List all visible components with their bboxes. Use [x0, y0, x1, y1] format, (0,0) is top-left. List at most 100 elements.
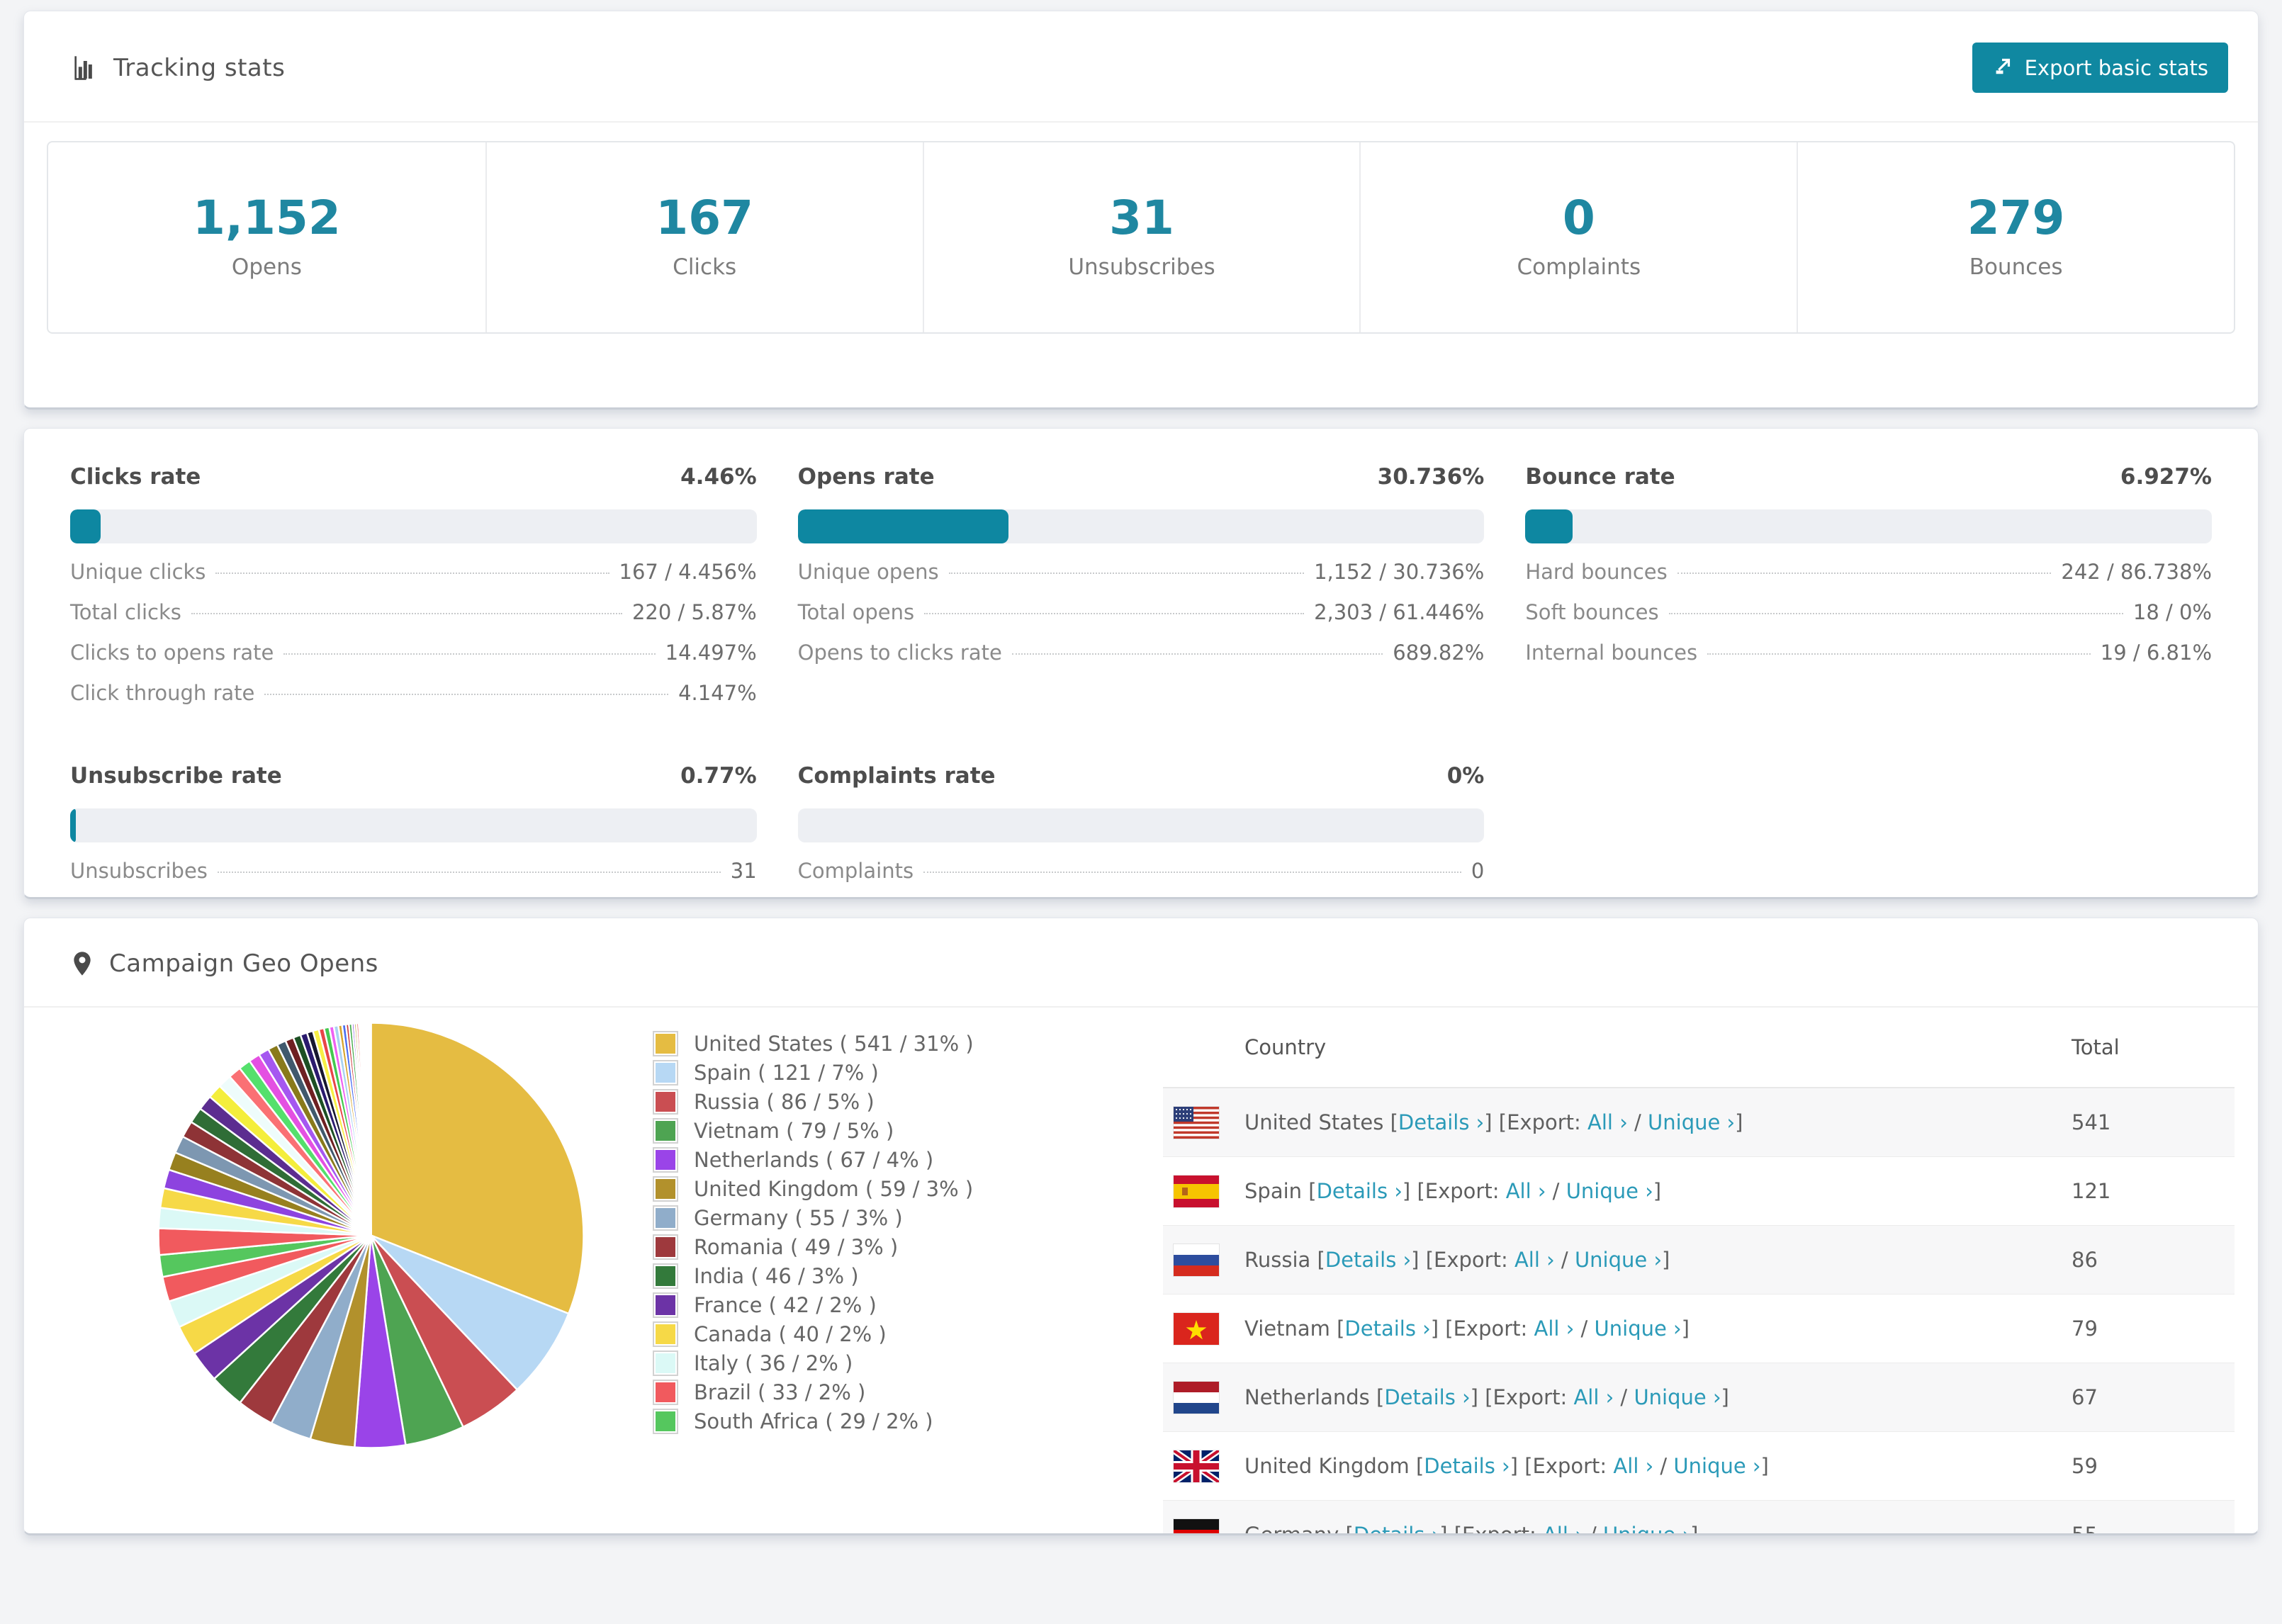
country-cell: United Kingdom [Details ›] [Export: All …: [1244, 1454, 1769, 1478]
legend-item-canada[interactable]: Canada ( 40 / 2% ): [653, 1319, 974, 1348]
legend-label: Russia ( 86 / 5% ): [694, 1089, 875, 1114]
summary-stat-unsubscribes: 31 Unsubscribes: [922, 142, 1360, 332]
leader-dots: [215, 573, 609, 574]
rate-detail-label: Opens to clicks rate: [797, 641, 1002, 665]
rate-detail-label: Unique opens: [797, 560, 939, 584]
geo-body: United States ( 541 / 31% ) Spain ( 121 /…: [24, 1008, 2258, 1533]
rate-detail-value: 167 / 4.456%: [619, 560, 757, 584]
pie-slice-other[interactable]: [369, 1022, 372, 1236]
details-link[interactable]: Details ›: [1384, 1385, 1470, 1409]
legend-label: Brazil ( 33 / 2% ): [694, 1380, 866, 1404]
rate-percent: 4.46%: [680, 464, 757, 490]
export-unique-link[interactable]: Unique ›: [1566, 1179, 1653, 1203]
rate-block-complaints: Complaints rate 0% Complaints 0: [797, 763, 1485, 883]
stat-label: Complaints: [1517, 254, 1641, 280]
legend-item-netherlands[interactable]: Netherlands ( 67 / 4% ): [653, 1145, 974, 1174]
geo-title: Campaign Geo Opens: [109, 949, 378, 978]
country-cell: Netherlands [Details ›] [Export: All › /…: [1244, 1385, 1729, 1409]
rate-detail-label: Total opens: [797, 600, 915, 624]
legend-item-italy[interactable]: Italy ( 36 / 2% ): [653, 1348, 974, 1377]
stat-value: 0: [1562, 191, 1595, 245]
leader-dots: [1668, 613, 2123, 614]
table-row-nl: Netherlands [Details ›] [Export: All › /…: [1163, 1363, 2235, 1432]
rate-detail-row: Clicks to opens rate 14.497%: [70, 641, 757, 665]
legend-swatch: [653, 1205, 678, 1231]
stat-label: Bounces: [1969, 254, 2063, 280]
export-all-link[interactable]: All ›: [1613, 1454, 1653, 1478]
rate-progressbar: [70, 808, 757, 842]
table-row-us: United States [Details ›] [Export: All ›…: [1163, 1088, 2235, 1157]
details-link[interactable]: Details ›: [1424, 1454, 1510, 1478]
rate-detail-value: 4.147%: [678, 681, 757, 705]
legend-swatch-color: [656, 1353, 675, 1373]
legend-item-south-africa[interactable]: South Africa ( 29 / 2% ): [653, 1406, 974, 1436]
export-unique-link[interactable]: Unique ›: [1595, 1316, 1682, 1341]
geo-legend: United States ( 541 / 31% ) Spain ( 121 /…: [653, 1029, 974, 1436]
stat-value: 167: [656, 191, 754, 245]
total-cell: 541: [2072, 1110, 2111, 1134]
export-unique-link[interactable]: Unique ›: [1603, 1523, 1690, 1533]
legend-swatch: [653, 1175, 678, 1202]
legend-item-romania[interactable]: Romania ( 49 / 3% ): [653, 1232, 974, 1261]
legend-item-united-kingdom[interactable]: United Kingdom ( 59 / 3% ): [653, 1174, 974, 1203]
geo-header: Campaign Geo Opens: [24, 918, 2258, 1008]
stat-value: 279: [1967, 191, 2065, 245]
rate-detail-row: Complaints 0: [798, 859, 1485, 883]
table-row-ru: Russia [Details ›] [Export: All › / Uniq…: [1163, 1226, 2235, 1295]
rate-detail-value: 0: [1471, 859, 1485, 883]
rate-detail-row: Hard bounces 242 / 86.738%: [1525, 560, 2212, 584]
export-unique-link[interactable]: Unique ›: [1673, 1454, 1760, 1478]
legend-swatch: [653, 1321, 678, 1347]
legend-label: France ( 42 / 2% ): [694, 1292, 877, 1317]
export-icon: [1992, 54, 2015, 81]
rate-progressbar: [797, 808, 1485, 842]
stat-label: Opens: [231, 254, 302, 280]
export-all-link[interactable]: All ›: [1587, 1110, 1628, 1134]
table-row-de: Germany [Details ›] [Export: All › / Uni…: [1163, 1501, 2235, 1533]
legend-swatch-color: [656, 1411, 675, 1431]
export-unique-link[interactable]: Unique ›: [1634, 1385, 1721, 1409]
rate-detail-value: 242 / 86.738%: [2061, 560, 2212, 584]
rate-detail-label: Internal bounces: [1525, 641, 1698, 665]
legend-item-india[interactable]: India ( 46 / 3% ): [653, 1261, 974, 1290]
details-link[interactable]: Details ›: [1317, 1179, 1403, 1203]
export-all-link[interactable]: All ›: [1506, 1179, 1546, 1203]
table-row-es: Spain [Details ›] [Export: All › / Uniqu…: [1163, 1157, 2235, 1226]
country-cell: Germany [Details ›] [Export: All › / Uni…: [1244, 1523, 2072, 1533]
export-unique-link[interactable]: Unique ›: [1575, 1248, 1662, 1272]
leader-dots: [1011, 653, 1383, 655]
export-all-link[interactable]: All ›: [1573, 1385, 1614, 1409]
legend-swatch: [653, 1350, 678, 1376]
legend-item-germany[interactable]: Germany ( 55 / 3% ): [653, 1203, 974, 1232]
export-all-link[interactable]: All ›: [1543, 1523, 1583, 1533]
legend-item-vietnam[interactable]: Vietnam ( 79 / 5% ): [653, 1116, 974, 1145]
details-link[interactable]: Details ›: [1354, 1523, 1439, 1533]
tracking-stats-card: Tracking stats Export basic stats 1,152 O…: [23, 11, 2259, 410]
summary-stat-bounces: 279 Bounces: [1797, 142, 2234, 332]
details-link[interactable]: Details ›: [1398, 1110, 1484, 1134]
legend-swatch: [653, 1059, 678, 1086]
rate-detail-value: 31: [730, 859, 757, 883]
legend-swatch-color: [656, 1149, 675, 1170]
legend-item-brazil[interactable]: Brazil ( 33 / 2% ): [653, 1377, 974, 1406]
table-row-vn: Vietnam [Details ›] [Export: All › / Uni…: [1163, 1295, 2235, 1363]
legend-swatch-color: [656, 1295, 675, 1315]
legend-label: Romania ( 49 / 3% ): [694, 1234, 899, 1259]
legend-item-spain[interactable]: Spain ( 121 / 7% ): [653, 1058, 974, 1087]
rate-detail-label: Total clicks: [70, 600, 181, 624]
export-all-link[interactable]: All ›: [1514, 1248, 1555, 1272]
export-unique-link[interactable]: Unique ›: [1648, 1110, 1735, 1134]
details-link[interactable]: Details ›: [1325, 1248, 1411, 1272]
flag-icon-vn: [1174, 1312, 1219, 1345]
rate-header-unsubscribe: Unsubscribe rate 0.77%: [70, 763, 757, 789]
legend-item-france[interactable]: France ( 42 / 2% ): [653, 1290, 974, 1319]
rate-block-opens: Opens rate 30.736% Unique opens 1,152 / 30.…: [797, 464, 1485, 705]
rate-detail-value: 689.82%: [1393, 641, 1485, 665]
leader-dots: [283, 653, 656, 655]
legend-item-united-states[interactable]: United States ( 541 / 31% ): [653, 1029, 974, 1058]
rate-percent: 0.77%: [680, 763, 757, 789]
legend-item-russia[interactable]: Russia ( 86 / 5% ): [653, 1087, 974, 1116]
export-basic-stats-button[interactable]: Export basic stats: [1972, 43, 2228, 93]
export-all-link[interactable]: All ›: [1534, 1316, 1575, 1341]
details-link[interactable]: Details ›: [1344, 1316, 1430, 1341]
